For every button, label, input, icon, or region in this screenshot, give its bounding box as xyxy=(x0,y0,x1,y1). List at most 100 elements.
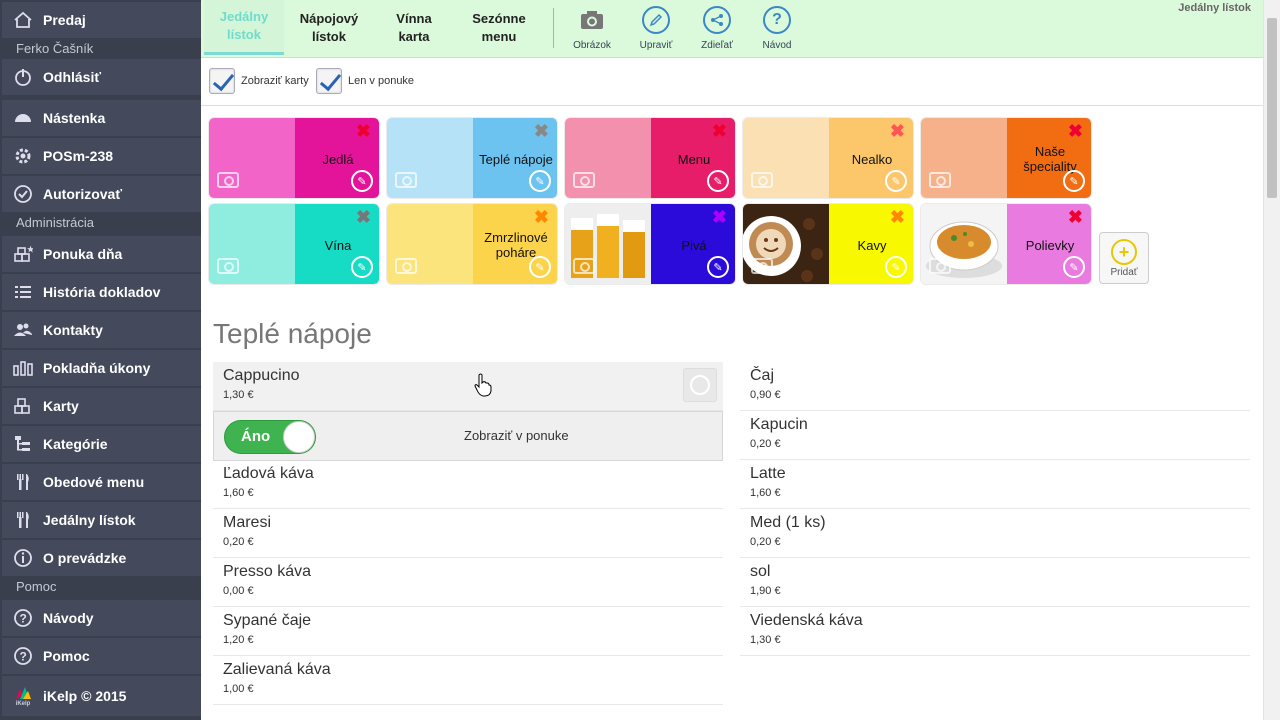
edit-tile-icon[interactable]: ✎ xyxy=(885,170,907,192)
delete-tile-icon[interactable]: ✖ xyxy=(712,122,727,140)
sidebar-item-about[interactable]: O prevádzke xyxy=(2,540,201,576)
sidebar-item-daily-offer[interactable]: ★ Ponuka dňa xyxy=(2,236,201,272)
list-item[interactable]: Čaj 0,90 € xyxy=(740,362,1250,411)
category-tile[interactable]: Nealko ✖ ✎ xyxy=(742,117,914,199)
camera-icon[interactable] xyxy=(929,172,951,188)
edit-tile-icon[interactable]: ✎ xyxy=(351,170,373,192)
sidebar-item-label: Odhlásiť xyxy=(43,69,102,85)
camera-icon[interactable] xyxy=(217,258,239,274)
edit-button[interactable]: Upraviť xyxy=(626,6,686,51)
check-circle-icon xyxy=(12,183,34,205)
category-tile[interactable]: Menu ✖ ✎ xyxy=(564,117,736,199)
edit-tile-icon[interactable]: ✎ xyxy=(1063,170,1085,192)
sidebar-item-history[interactable]: História dokladov xyxy=(2,274,201,310)
sidebar-item-label: iKelp © 2015 xyxy=(43,688,127,704)
sidebar-item-pos[interactable]: POSm-238 xyxy=(2,138,201,174)
guide-button[interactable]: ? Návod xyxy=(747,6,807,51)
sidebar-item-dashboard[interactable]: Nástenka xyxy=(2,100,201,136)
category-tile[interactable]: Vína ✖ ✎ xyxy=(208,203,380,285)
add-category-label: Pridať xyxy=(1110,267,1138,278)
list-item[interactable]: Presso káva 0,00 € xyxy=(213,558,723,607)
camera-icon[interactable] xyxy=(573,172,595,188)
edit-tile-icon[interactable]: ✎ xyxy=(885,256,907,278)
tab-food-menu[interactable]: Jedálny lístok xyxy=(204,0,284,55)
list-item[interactable]: Ľadová káva 1,60 € xyxy=(213,460,723,509)
list-item[interactable]: Med (1 ks) 0,20 € xyxy=(740,509,1250,558)
edit-tile-icon[interactable]: ✎ xyxy=(707,256,729,278)
sidebar-item-label: Autorizovať xyxy=(43,186,123,202)
vertical-scrollbar[interactable] xyxy=(1263,0,1280,720)
list-item[interactable]: sol 1,90 € xyxy=(740,558,1250,607)
category-tile[interactable]: Pivá ✖ ✎ xyxy=(564,203,736,285)
edit-tile-icon[interactable]: ✎ xyxy=(351,256,373,278)
sidebar-item-lunch-menu[interactable]: Obedové menu xyxy=(2,464,201,500)
list-item[interactable]: Maresi 0,20 € xyxy=(213,509,723,558)
camera-icon[interactable] xyxy=(395,172,417,188)
edit-tile-icon[interactable]: ✎ xyxy=(1063,256,1085,278)
tab-drinks-menu[interactable]: Nápojový lístok xyxy=(289,0,369,55)
list-item[interactable]: Latte 1,60 € xyxy=(740,460,1250,509)
tile-label: Vína xyxy=(324,237,352,253)
edit-tile-icon[interactable]: ✎ xyxy=(529,256,551,278)
list-item[interactable]: Viedenská káva 1,30 € xyxy=(740,607,1250,656)
add-category-button[interactable]: + Pridať xyxy=(1099,232,1149,284)
tab-wine-card[interactable]: Vínna karta xyxy=(374,0,454,55)
camera-icon[interactable] xyxy=(751,172,773,188)
camera-icon[interactable] xyxy=(929,258,951,274)
toggle-label: Zobraziť v ponuke xyxy=(464,428,569,443)
item-name: sol xyxy=(750,563,771,580)
delete-tile-icon[interactable]: ✖ xyxy=(534,122,549,140)
camera-icon[interactable] xyxy=(751,258,773,274)
delete-tile-icon[interactable]: ✖ xyxy=(1068,208,1083,226)
star-boxes-icon: ★ xyxy=(12,243,34,265)
share-icon xyxy=(703,6,731,34)
category-tile[interactable]: Kavy ✖ ✎ xyxy=(742,203,914,285)
delete-tile-icon[interactable]: ✖ xyxy=(890,208,905,226)
sidebar-item-food-menu[interactable]: Jedálny lístok xyxy=(2,502,201,538)
delete-tile-icon[interactable]: ✖ xyxy=(534,208,549,226)
delete-tile-icon[interactable]: ✖ xyxy=(712,208,727,226)
delete-tile-icon[interactable]: ✖ xyxy=(890,122,905,140)
pencil-icon xyxy=(642,6,670,34)
category-tile[interactable]: Naše špeciality ✖ ✎ xyxy=(920,117,1092,199)
image-button[interactable]: Obrázok xyxy=(562,6,622,51)
sidebar-item-authorize[interactable]: Autorizovať xyxy=(2,176,201,212)
category-tile[interactable]: Zmrzlinové poháre ✖ ✎ xyxy=(386,203,558,285)
tile-label: Nealko xyxy=(851,151,893,167)
list-item[interactable]: Kapucin 0,20 € xyxy=(740,411,1250,460)
tab-seasonal-menu[interactable]: Sezónne menu xyxy=(459,0,539,55)
delete-tile-icon[interactable]: ✖ xyxy=(1068,122,1083,140)
delete-tile-icon[interactable]: ✖ xyxy=(356,122,371,140)
list-item[interactable]: Zalievaná káva 1,00 € xyxy=(213,656,723,705)
camera-icon xyxy=(578,6,606,34)
delete-tile-icon[interactable]: ✖ xyxy=(356,208,371,226)
scrollbar-thumb[interactable] xyxy=(1267,18,1277,198)
list-item[interactable]: Sypané čaje 1,20 € xyxy=(213,607,723,656)
sidebar-item-help[interactable]: ? Pomoc xyxy=(2,638,201,674)
item-price: 1,20 € xyxy=(223,634,254,646)
show-in-menu-toggle[interactable]: Áno xyxy=(224,420,316,454)
show-cards-checkbox[interactable]: Zobraziť karty xyxy=(209,68,309,94)
edit-tile-icon[interactable]: ✎ xyxy=(707,170,729,192)
edit-tile-icon[interactable]: ✎ xyxy=(529,170,551,192)
sidebar-item-logout[interactable]: Odhlásiť xyxy=(2,59,201,95)
camera-icon[interactable] xyxy=(395,258,417,274)
sidebar-item-categories[interactable]: Kategórie xyxy=(2,426,201,462)
item-name: Latte xyxy=(750,465,786,482)
share-button[interactable]: Zdieľať xyxy=(687,6,747,51)
camera-icon[interactable] xyxy=(573,258,595,274)
category-tile[interactable]: Jedlá ✖ ✎ xyxy=(208,117,380,199)
category-tile[interactable]: Polievky ✖ ✎ xyxy=(920,203,1092,285)
camera-icon[interactable] xyxy=(217,172,239,188)
sidebar-item-cards[interactable]: Karty xyxy=(2,388,201,424)
sidebar-item-predaj[interactable]: Predaj xyxy=(2,2,201,38)
edit-item-button[interactable] xyxy=(683,368,717,402)
sidebar-item-ikelp[interactable]: iKelp iKelp © 2015 xyxy=(2,676,201,716)
only-in-menu-checkbox[interactable]: Len v ponuke xyxy=(316,68,414,94)
sidebar-item-contacts[interactable]: Kontakty xyxy=(2,312,201,348)
sidebar-item-cash-actions[interactable]: Pokladňa úkony xyxy=(2,350,201,386)
category-tile[interactable]: Teplé nápoje ✖ ✎ xyxy=(386,117,558,199)
list-item[interactable]: Cappucino 1,30 € xyxy=(213,362,723,411)
sidebar-item-guides[interactable]: ? Návody xyxy=(2,600,201,636)
item-price: 0,20 € xyxy=(223,536,254,548)
